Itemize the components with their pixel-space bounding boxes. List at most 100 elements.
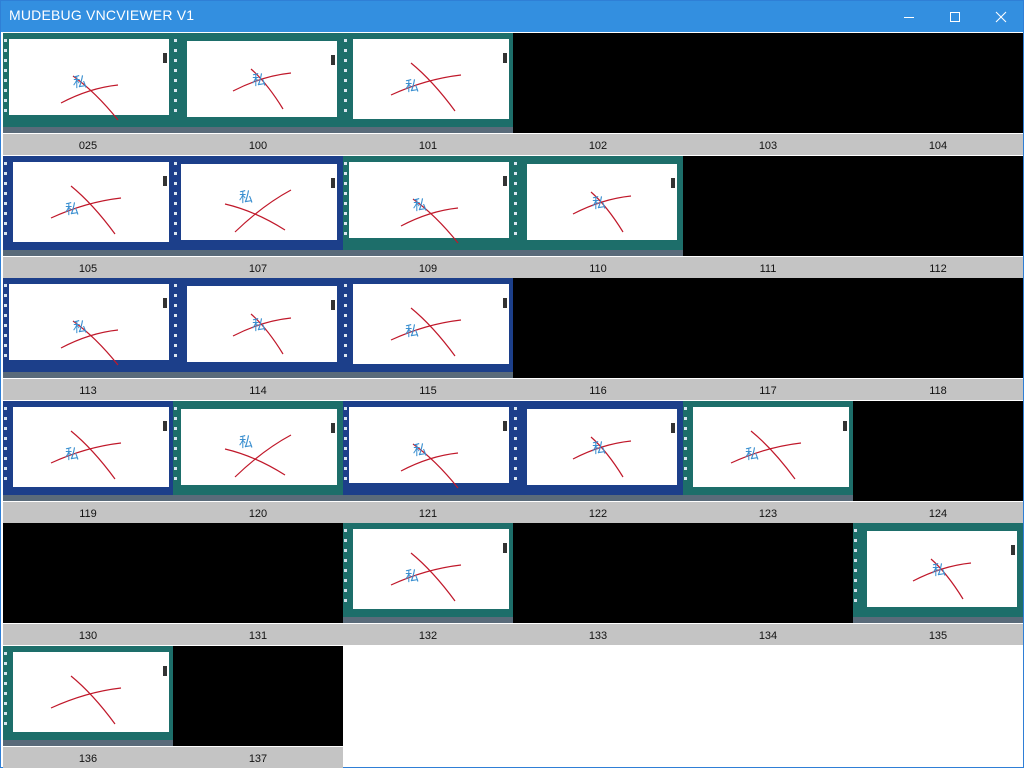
offline-screen[interactable] bbox=[3, 523, 173, 623]
vnc-tile[interactable]: 私 135 bbox=[853, 523, 1023, 646]
tile-label: 124 bbox=[853, 501, 1023, 523]
vnc-tile[interactable]: 私 123 bbox=[683, 401, 853, 524]
scrollbar-thumb bbox=[331, 423, 335, 433]
desktop-icon bbox=[4, 69, 7, 72]
desktop-icon bbox=[174, 284, 177, 287]
desktop-icon bbox=[854, 589, 857, 592]
desktop-icon bbox=[4, 467, 7, 470]
vnc-tile[interactable]: 136 bbox=[3, 646, 173, 769]
offline-screen[interactable] bbox=[513, 523, 683, 623]
offline-screen[interactable] bbox=[853, 156, 1023, 256]
vnc-tile[interactable]: 104 bbox=[853, 33, 1023, 156]
vnc-tile[interactable]: 私 132 bbox=[343, 523, 513, 646]
offline-screen[interactable] bbox=[683, 156, 853, 256]
vnc-tile[interactable]: 私 115 bbox=[343, 278, 513, 401]
remote-screen-thumbnail[interactable]: 私 bbox=[343, 33, 513, 133]
desktop-icon bbox=[4, 314, 7, 317]
vnc-tile[interactable]: 131 bbox=[173, 523, 343, 646]
desktop-icon bbox=[4, 437, 7, 440]
tile-label: 132 bbox=[343, 623, 513, 645]
remote-screen-thumbnail[interactable]: 私 bbox=[343, 401, 513, 501]
vnc-tile[interactable]: 私 101 bbox=[343, 33, 513, 156]
offline-screen[interactable] bbox=[683, 523, 853, 623]
remote-screen-thumbnail[interactable]: 私 bbox=[173, 278, 343, 378]
desktop-icon bbox=[174, 49, 177, 52]
glyph-text: 私 bbox=[592, 441, 606, 457]
vnc-tile[interactable]: 私 113 bbox=[3, 278, 173, 401]
remote-screen-thumbnail[interactable]: 私 bbox=[343, 278, 513, 378]
remote-screen-thumbnail[interactable]: 私 bbox=[3, 278, 173, 378]
vnc-tile[interactable]: 私 121 bbox=[343, 401, 513, 524]
remote-screen-thumbnail[interactable]: 私 bbox=[513, 156, 683, 256]
offline-screen[interactable] bbox=[173, 523, 343, 623]
remote-screen-thumbnail[interactable]: 私 bbox=[683, 401, 853, 501]
vnc-tile[interactable]: 112 bbox=[853, 156, 1023, 279]
minimize-button[interactable] bbox=[886, 1, 932, 32]
desktop-icon bbox=[174, 109, 177, 112]
vnc-tile[interactable]: 私 122 bbox=[513, 401, 683, 524]
remote-screen-thumbnail[interactable]: 私 bbox=[3, 401, 173, 501]
vnc-tile[interactable]: 私 105 bbox=[3, 156, 173, 279]
remote-screen-thumbnail[interactable]: 私 bbox=[853, 523, 1023, 623]
remote-screen-thumbnail[interactable]: 私 bbox=[3, 156, 173, 256]
desktop-icon bbox=[854, 569, 857, 572]
remote-screen-thumbnail[interactable]: 私 bbox=[173, 156, 343, 256]
desktop-icon bbox=[344, 109, 347, 112]
vnc-tile[interactable]: 111 bbox=[683, 156, 853, 279]
desktop-icon bbox=[344, 79, 347, 82]
offline-screen[interactable] bbox=[853, 401, 1023, 501]
desktop-icon bbox=[344, 182, 347, 185]
vnc-tile[interactable]: 130 bbox=[3, 523, 173, 646]
desktop-icon bbox=[344, 232, 347, 235]
vnc-tile[interactable]: 私 119 bbox=[3, 401, 173, 524]
vnc-tile[interactable]: 私 109 bbox=[343, 156, 513, 279]
desktop-icon bbox=[344, 569, 347, 572]
vnc-tile[interactable]: 102 bbox=[513, 33, 683, 156]
vnc-tile[interactable]: 124 bbox=[853, 401, 1023, 524]
offline-screen[interactable] bbox=[683, 33, 853, 133]
tile-label: 133 bbox=[513, 623, 683, 645]
vnc-tile[interactable]: 私 025 bbox=[3, 33, 173, 156]
tile-label: 134 bbox=[683, 623, 853, 645]
vnc-tile[interactable]: 私 100 bbox=[173, 33, 343, 156]
remote-screen-thumbnail[interactable]: 私 bbox=[513, 401, 683, 501]
vnc-tile[interactable]: 137 bbox=[173, 646, 343, 769]
offline-screen[interactable] bbox=[853, 278, 1023, 378]
desktop-icon bbox=[514, 417, 517, 420]
tile-label: 113 bbox=[3, 378, 173, 400]
offline-screen[interactable] bbox=[513, 33, 683, 133]
offline-screen[interactable] bbox=[513, 278, 683, 378]
remote-screen-thumbnail[interactable]: 私 bbox=[173, 33, 343, 133]
vnc-tile[interactable]: 私 120 bbox=[173, 401, 343, 524]
vnc-tile[interactable]: 116 bbox=[513, 278, 683, 401]
vnc-tile[interactable]: 私 107 bbox=[173, 156, 343, 279]
offline-screen[interactable] bbox=[173, 646, 343, 746]
offline-screen[interactable] bbox=[853, 33, 1023, 133]
vnc-tile[interactable]: 私 114 bbox=[173, 278, 343, 401]
glyph-text: 私 bbox=[405, 79, 419, 95]
desktop-icon bbox=[514, 447, 517, 450]
vnc-tile[interactable]: 117 bbox=[683, 278, 853, 401]
remote-screen-thumbnail[interactable] bbox=[3, 646, 173, 746]
glyph-text: 私 bbox=[932, 563, 946, 579]
remote-screen-thumbnail[interactable]: 私 bbox=[3, 33, 173, 133]
vnc-tile[interactable]: 134 bbox=[683, 523, 853, 646]
desktop-icon bbox=[684, 407, 687, 410]
vnc-tile[interactable]: 133 bbox=[513, 523, 683, 646]
remote-screen-thumbnail[interactable]: 私 bbox=[343, 156, 513, 256]
vnc-tile[interactable]: 118 bbox=[853, 278, 1023, 401]
screen-preview: 私 bbox=[3, 33, 173, 133]
maximize-button[interactable] bbox=[932, 1, 978, 32]
vnc-tile[interactable]: 103 bbox=[683, 33, 853, 156]
close-button[interactable] bbox=[978, 1, 1024, 32]
screen-preview: 私 bbox=[173, 156, 343, 256]
scrollbar-thumb bbox=[163, 421, 167, 431]
desktop-icon bbox=[854, 599, 857, 602]
scrollbar-thumb bbox=[331, 300, 335, 310]
remote-screen-thumbnail[interactable]: 私 bbox=[343, 523, 513, 623]
vnc-tile[interactable]: 私 110 bbox=[513, 156, 683, 279]
offline-screen[interactable] bbox=[683, 278, 853, 378]
title-bar[interactable]: MUDEBUG VNCVIEWER V1 bbox=[1, 1, 1023, 32]
desktop-icon bbox=[684, 437, 687, 440]
remote-screen-thumbnail[interactable]: 私 bbox=[173, 401, 343, 501]
